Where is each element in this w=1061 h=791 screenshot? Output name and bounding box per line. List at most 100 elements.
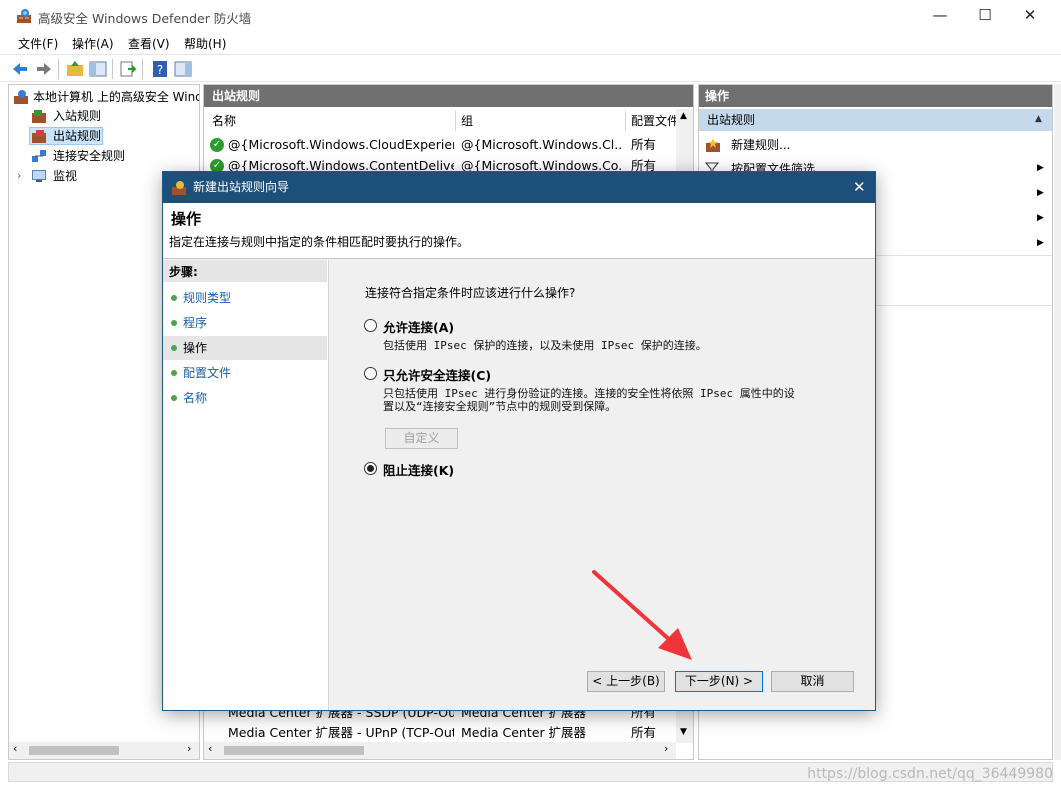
show-action-pane-icon[interactable] [173, 59, 193, 79]
step-label: 操作 [183, 341, 208, 355]
rule-name: @{Microsoft.Windows.CloudExperien... [228, 137, 454, 152]
action-new-rule[interactable]: 新建规则... [699, 133, 1052, 157]
dialog-title-bar: 新建出站规则向导 ✕ [163, 172, 875, 203]
close-button[interactable]: ✕ [1007, 0, 1053, 32]
table-row[interactable]: Media Center 扩展器 - UPnP (TCP-Out) Media … [204, 723, 676, 743]
tree-horizontal-scrollbar[interactable]: ‹ › [9, 742, 199, 759]
title-bar: 高级安全 Windows Defender 防火墙 — ☐ ✕ [0, 0, 1061, 32]
scroll-down-icon[interactable]: ▼ [680, 727, 687, 737]
show-hide-tree-icon[interactable] [88, 59, 108, 79]
submenu-arrow-icon[interactable]: ▶ [1037, 238, 1044, 248]
expand-chevron-icon[interactable]: › [17, 166, 21, 186]
column-group[interactable]: 组 [461, 111, 473, 131]
export-list-icon[interactable] [118, 59, 138, 79]
new-rule-icon [706, 138, 720, 152]
maximize-button[interactable]: ☐ [962, 0, 1008, 32]
help-icon[interactable]: ? [150, 59, 170, 79]
dialog-close-icon[interactable]: ✕ [853, 172, 866, 203]
svg-text:?: ? [157, 63, 163, 77]
tree-item-label: 入站规则 [53, 109, 102, 123]
tree-item-label: 出站规则 [53, 129, 102, 143]
menu-help[interactable]: 帮助(H) [184, 35, 226, 52]
option-secure-description-line1: 只包括使用 IPsec 进行身份验证的连接。连接的安全性将依照 IPsec 属性… [383, 387, 795, 400]
step-bullet [171, 320, 177, 326]
column-divider[interactable] [625, 111, 626, 131]
step-profile[interactable]: 配置文件 [163, 361, 327, 385]
tree-item-label: 监视 [53, 169, 78, 183]
scroll-left-icon[interactable]: ‹ [13, 742, 17, 755]
scroll-thumb[interactable] [224, 746, 364, 755]
menu-view[interactable]: 查看(V) [128, 35, 170, 52]
minimize-button[interactable]: — [917, 0, 963, 32]
submenu-arrow-icon[interactable]: ▶ [1037, 213, 1044, 223]
inbound-rules-icon [32, 110, 46, 123]
submenu-arrow-icon[interactable]: ▶ [1037, 163, 1044, 173]
dialog-heading: 操作 [171, 210, 202, 228]
scroll-thumb[interactable] [29, 746, 119, 755]
option-allow-description: 包括使用 IPsec 保护的连接，以及未使用 IPsec 保护的连接。 [383, 339, 707, 352]
forward-arrow-icon[interactable] [34, 59, 54, 79]
toolbar: ? [0, 54, 1061, 82]
scroll-right-icon[interactable]: › [664, 742, 668, 755]
firewall-app-icon [17, 9, 31, 23]
step-action-current[interactable]: 操作 [163, 336, 327, 360]
menu-file[interactable]: 文件(F) [18, 35, 58, 52]
radio-block-connection[interactable] [364, 462, 377, 475]
dialog-header: 操作 指定在连接与规则中指定的条件相匹配时要执行的操作。 [163, 203, 875, 259]
column-name[interactable]: 名称 [212, 111, 236, 131]
collapse-icon[interactable]: ▲ [1035, 114, 1042, 124]
step-program[interactable]: 程序 [163, 311, 327, 335]
tree-root[interactable]: 本地计算机 上的高级安全 Windows Defender 防火墙 [9, 87, 199, 107]
column-divider[interactable] [455, 111, 456, 131]
radio-allow-connection[interactable] [364, 319, 377, 332]
steps-label: 步骤: [169, 265, 198, 279]
action-question: 连接符合指定条件时应该进行什么操作? [365, 286, 576, 300]
step-label: 配置文件 [183, 366, 232, 380]
window-title: 高级安全 Windows Defender 防火墙 [38, 11, 252, 26]
back-button[interactable]: < 上一步(B) [587, 671, 665, 692]
step-label: 规则类型 [183, 291, 232, 305]
menu-action[interactable]: 操作(A) [72, 35, 114, 52]
back-arrow-icon[interactable] [10, 59, 30, 79]
submenu-arrow-icon[interactable]: ▶ [1037, 188, 1044, 198]
enabled-check-icon: ✓ [210, 138, 224, 152]
rule-group: Media Center 扩展器 [461, 725, 587, 740]
rule-group: @{Microsoft.Windows.Cl... [461, 137, 621, 152]
menu-bar: 文件(F) 操作(A) 查看(V) 帮助(H) [0, 32, 1061, 54]
scroll-left-icon[interactable]: ‹ [208, 742, 212, 755]
radio-allow-secure-connection[interactable] [364, 367, 377, 380]
cancel-button[interactable]: 取消 [771, 671, 854, 692]
step-bullet [171, 370, 177, 376]
step-rule-type[interactable]: 规则类型 [163, 286, 327, 310]
wizard-steps: 步骤: 规则类型 程序 操作 配置文件 名称 [163, 260, 329, 710]
toolbar-separator [142, 59, 143, 79]
step-name[interactable]: 名称 [163, 386, 327, 410]
new-outbound-rule-wizard: 新建出站规则向导 ✕ 操作 指定在连接与规则中指定的条件相匹配时要执行的操作。 … [162, 171, 876, 711]
window-vertical-scrollbar[interactable] [1054, 84, 1061, 760]
scroll-up-icon[interactable]: ▲ [680, 111, 687, 121]
step-bullet [171, 345, 177, 351]
monitoring-icon [32, 170, 46, 182]
customize-button[interactable]: 自定义 [385, 428, 458, 449]
option-block-label[interactable]: 阻止连接(K) [383, 460, 454, 479]
watermark-text: https://blog.csdn.net/qq_36449980 [807, 766, 1053, 782]
step-label: 名称 [183, 391, 208, 405]
actions-section-outbound[interactable]: 出站规则 [699, 109, 1052, 131]
dialog-subheading: 指定在连接与规则中指定的条件相匹配时要执行的操作。 [169, 235, 470, 249]
up-folder-icon[interactable] [65, 59, 85, 79]
firewall-icon [14, 90, 28, 104]
action-label: 新建规则... [731, 138, 791, 152]
step-bullet [171, 395, 177, 401]
column-profile[interactable]: 配置文件 [631, 111, 681, 131]
scroll-right-icon[interactable]: › [187, 742, 191, 755]
actions-header: 操作 [699, 85, 1052, 107]
next-button[interactable]: 下一步(N) > [675, 671, 763, 692]
rule-profile: 所有 [631, 137, 657, 152]
table-row[interactable]: ✓ @{Microsoft.Windows.CloudExperien... @… [204, 135, 676, 155]
tree-root-label: 本地计算机 上的高级安全 Windows Defender 防火墙 [33, 90, 199, 104]
option-allow-label[interactable]: 允许连接(A) [383, 317, 454, 336]
option-secure-label[interactable]: 只允许安全连接(C) [383, 365, 491, 384]
rules-panel-header: 出站规则 [204, 85, 693, 107]
toolbar-separator [58, 59, 59, 79]
rules-horizontal-scrollbar[interactable]: ‹ › [204, 742, 676, 759]
